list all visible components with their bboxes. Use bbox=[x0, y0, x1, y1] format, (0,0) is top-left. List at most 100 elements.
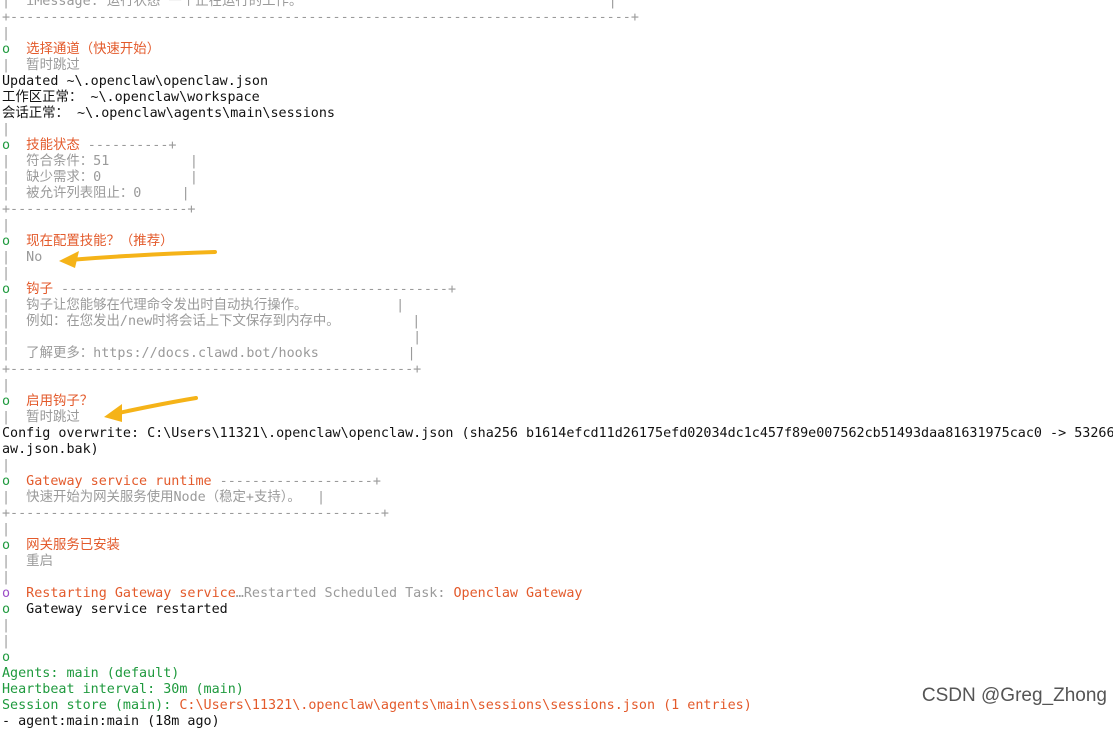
terminal-line: o 选择通道（快速开始） bbox=[2, 42, 160, 58]
terminal-text: +---------------------------------------… bbox=[2, 10, 639, 25]
terminal-text: o bbox=[2, 474, 11, 489]
terminal-line: | 符合条件：51 | bbox=[2, 154, 198, 170]
terminal-line: | 重启 bbox=[2, 554, 53, 570]
terminal-line: | bbox=[2, 122, 10, 138]
terminal-text: | 符合条件：51 | bbox=[2, 154, 198, 169]
terminal-text: o bbox=[2, 42, 11, 57]
terminal-text: o bbox=[2, 282, 11, 297]
terminal-text: | 被允许列表阻止：0 | bbox=[2, 186, 190, 201]
terminal-text: | bbox=[2, 266, 11, 281]
terminal-text: Agents: main (default) bbox=[2, 666, 180, 681]
terminal-line: | 钩子让您能够在代理命令发出时自动执行操作。 | bbox=[2, 298, 404, 314]
terminal-line: Config overwrite: C:\Users\11321\.opencl… bbox=[2, 426, 1113, 442]
terminal-output[interactable]: | iMessage: 运行状态 一个正在运行的工作。 | +----------… bbox=[0, 0, 1113, 729]
arrow-annotation-hooks bbox=[104, 396, 198, 422]
terminal-text: | 缺少需求：0 | bbox=[2, 170, 198, 185]
terminal-text: 启用钩子？ bbox=[10, 394, 94, 409]
terminal-line: Session store (main): C:\Users\11321\.op… bbox=[2, 698, 752, 714]
terminal-text: 网关服务已安装 bbox=[10, 538, 120, 553]
terminal-text: -------------------+ bbox=[211, 474, 381, 489]
terminal-line: o Gateway service runtime --------------… bbox=[2, 474, 381, 490]
terminal-text: 技能状态 bbox=[10, 138, 80, 153]
terminal-line: | 快速开始为网关服务使用Node（稳定+支持）。 | bbox=[2, 490, 325, 506]
terminal-text: | bbox=[2, 26, 11, 41]
terminal-line: | 暂时跳过 bbox=[2, 58, 80, 74]
terminal-line: | bbox=[2, 266, 10, 282]
terminal-line: Heartbeat interval: 30m (main) bbox=[2, 682, 244, 698]
terminal-text: | 快速开始为网关服务使用Node（稳定+支持）。 | bbox=[2, 490, 326, 505]
terminal-text: Updated ~\.openclaw\openclaw.json bbox=[2, 74, 269, 89]
terminal-text: 钩子 bbox=[10, 282, 53, 297]
terminal-line: Agents: main (default) bbox=[2, 666, 179, 682]
terminal-text: Gateway service runtime bbox=[10, 474, 212, 489]
terminal-text: o bbox=[2, 394, 11, 409]
terminal-line: 会话正常： ~\.openclaw\agents\main\sessions bbox=[2, 106, 335, 122]
terminal-line: 工作区正常： ~\.openclaw\workspace bbox=[2, 90, 260, 106]
terminal-text: | | bbox=[2, 330, 422, 345]
terminal-text: Openclaw Gateway bbox=[453, 586, 583, 601]
terminal-line: +----------------------+ bbox=[2, 202, 195, 218]
terminal-line: - agent:main:main (18m ago) bbox=[2, 714, 220, 730]
terminal-text: | 暂时跳过 bbox=[2, 410, 80, 425]
terminal-line: | No bbox=[2, 250, 42, 266]
terminal-text: o bbox=[2, 650, 11, 665]
terminal-line: o bbox=[2, 650, 10, 666]
terminal-line: o 钩子 -----------------------------------… bbox=[2, 282, 456, 298]
terminal-text: Config overwrite: C:\Users\11321\.opencl… bbox=[2, 426, 1113, 441]
terminal-line: +---------------------------------------… bbox=[2, 506, 389, 522]
terminal-line: | iMessage: 运行状态 一个正在运行的工作。 | bbox=[2, 0, 617, 10]
terminal-line: | bbox=[2, 618, 10, 634]
arrow-annotation-skills bbox=[59, 250, 217, 268]
terminal-line: | bbox=[2, 26, 10, 42]
terminal-text: +----------------------+ bbox=[2, 202, 196, 217]
terminal-text: | bbox=[2, 218, 11, 233]
terminal-line: | bbox=[2, 218, 10, 234]
terminal-text: - agent:main:main (18m ago) bbox=[2, 714, 220, 729]
terminal-line: | 了解更多：https://docs.clawd.bot/hooks | bbox=[2, 346, 416, 362]
terminal-text: | iMessage: 运行状态 一个正在运行的工作。 | bbox=[2, 0, 617, 9]
terminal-line: o Gateway service restarted bbox=[2, 602, 228, 618]
terminal-text: Restarting Gateway service bbox=[10, 586, 236, 601]
terminal-text: +---------------------------------------… bbox=[2, 506, 389, 521]
terminal-line: | bbox=[2, 522, 10, 538]
terminal-text: ----------+ bbox=[79, 138, 177, 153]
terminal-line: o 网关服务已安装 bbox=[2, 538, 120, 554]
terminal-line: o 启用钩子？ bbox=[2, 394, 93, 410]
terminal-line: | bbox=[2, 458, 10, 474]
terminal-line: o 技能状态 ----------+ bbox=[2, 138, 177, 154]
terminal-text: | bbox=[2, 458, 11, 473]
terminal-line: | 被允许列表阻止：0 | bbox=[2, 186, 190, 202]
terminal-line: o Restarting Gateway service…Restarted S… bbox=[2, 586, 582, 602]
terminal-line: | 暂时跳过 bbox=[2, 410, 80, 426]
terminal-text: aw.json.bak) bbox=[2, 442, 99, 457]
terminal-line: | 例如：在您发出/new时将会话上下文保存到内存中。 | bbox=[2, 314, 420, 330]
terminal-text: o bbox=[2, 234, 11, 249]
terminal-text: | bbox=[2, 378, 11, 393]
terminal-text: | 了解更多：https://docs.clawd.bot/hooks | bbox=[2, 346, 416, 361]
watermark: CSDN @Greg_Zhong bbox=[921, 685, 1107, 706]
terminal-text: | bbox=[2, 522, 11, 537]
terminal-text: Gateway service restarted bbox=[10, 602, 228, 617]
terminal-line: Updated ~\.openclaw\openclaw.json bbox=[2, 74, 268, 90]
terminal-line: +---------------------------------------… bbox=[2, 362, 421, 378]
terminal-text: o bbox=[2, 602, 11, 617]
terminal-text: | 钩子让您能够在代理命令发出时自动执行操作。 | bbox=[2, 298, 405, 313]
terminal-text: | bbox=[2, 634, 11, 649]
terminal-text: 工作区正常： ~\.openclaw\workspace bbox=[2, 90, 260, 105]
terminal-text: Heartbeat interval: 30m (main) bbox=[2, 682, 244, 697]
terminal-text: C:\Users\11321\.openclaw\agents\main\ses… bbox=[179, 698, 752, 713]
terminal-text: | 重启 bbox=[2, 554, 53, 569]
terminal-text: …Restarted Scheduled Task: bbox=[235, 586, 454, 601]
terminal-text: | 暂时跳过 bbox=[2, 58, 80, 73]
terminal-text: +---------------------------------------… bbox=[2, 362, 422, 377]
terminal-text: | bbox=[2, 122, 11, 137]
terminal-text: o bbox=[2, 138, 11, 153]
terminal-text: 选择通道（快速开始） bbox=[10, 42, 161, 57]
terminal-text: 会话正常： ~\.openclaw\agents\main\sessions bbox=[2, 106, 335, 121]
terminal-text: ----------------------------------------… bbox=[52, 282, 457, 297]
terminal-text: o bbox=[2, 538, 11, 553]
terminal-line: | bbox=[2, 570, 10, 586]
terminal-text: o bbox=[2, 586, 11, 601]
terminal-line: | bbox=[2, 634, 10, 650]
terminal-text: | bbox=[2, 570, 11, 585]
